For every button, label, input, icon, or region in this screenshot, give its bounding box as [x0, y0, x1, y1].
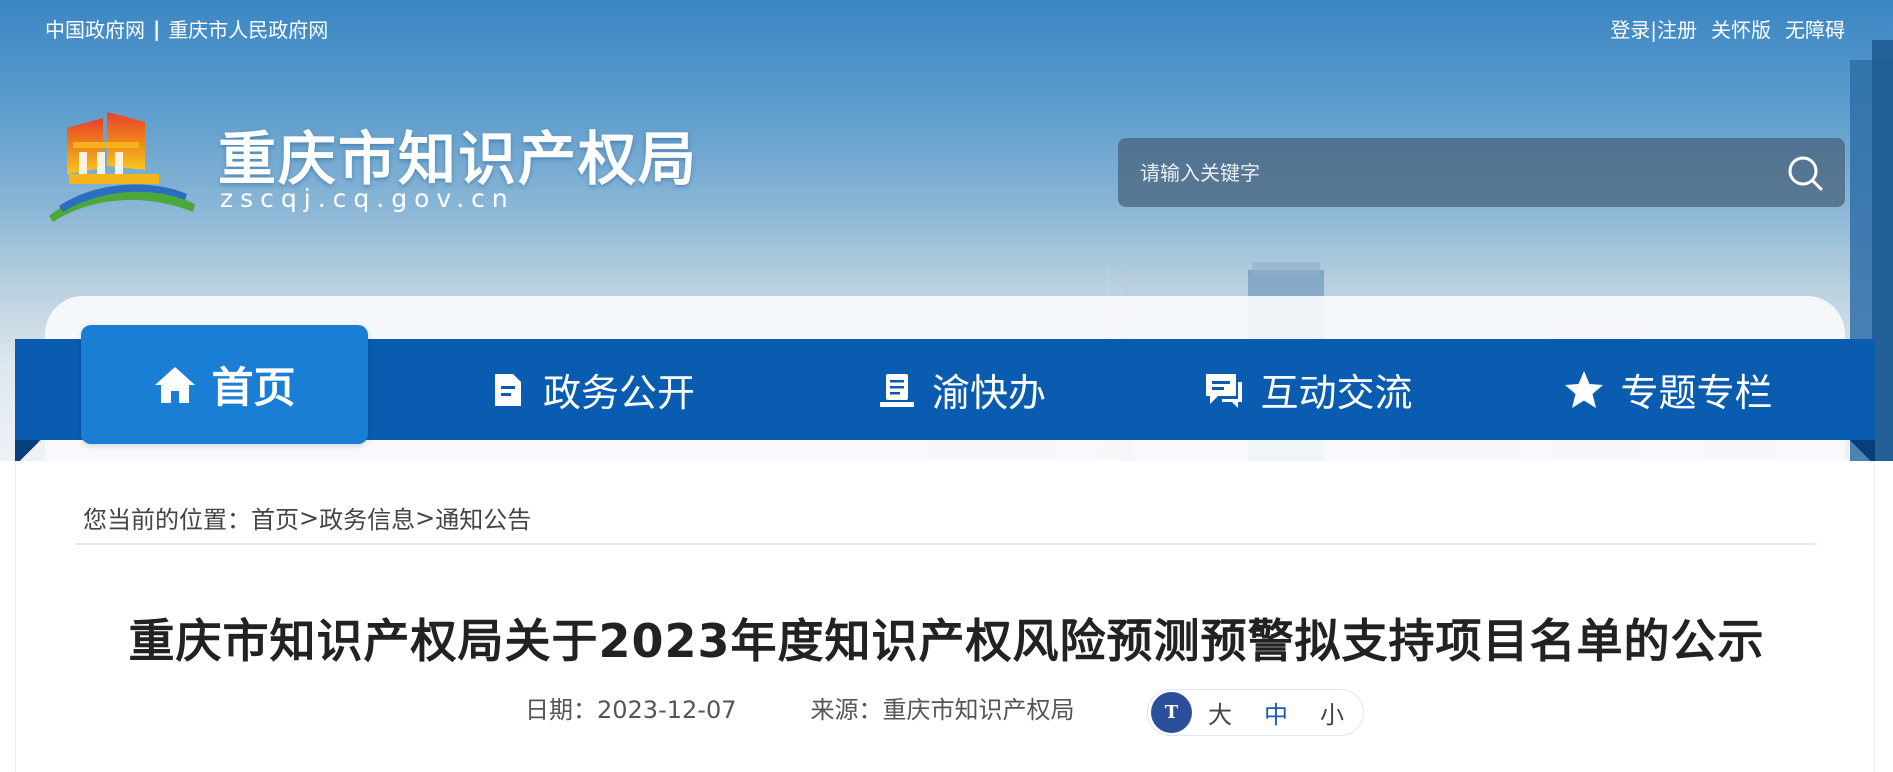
nav-ribbon-fold-right [1845, 440, 1875, 461]
accessibility-link[interactable]: 无障碍 [1785, 14, 1845, 43]
top-links-left: 中国政府网 | 重庆市人民政府网 [45, 14, 328, 43]
article-meta: 日期：2023-12-07 来源：重庆市知识产权局 [525, 690, 1074, 725]
nav-item-yukuaiban[interactable]: 渝快办 [845, 339, 1075, 440]
article-title: 重庆市知识产权局关于2023年度知识产权风险预测预警拟支持项目名单的公示 [128, 614, 1765, 668]
article-source: 来源：重庆市知识产权局 [810, 690, 1074, 725]
search-input[interactable] [1118, 138, 1765, 207]
search-box [1118, 138, 1845, 207]
nav-item-label: 首页 [211, 363, 296, 412]
nav-item-label: 渝快办 [931, 371, 1046, 415]
article-date: 日期：2023-12-07 [525, 690, 736, 725]
breadcrumb-divider [75, 543, 1815, 545]
breadcrumb-item-notices[interactable]: 通知公告 [435, 500, 531, 535]
font-size-icon-text: T [1164, 702, 1179, 723]
font-size-large[interactable]: 大 [1192, 695, 1248, 730]
nav-item-home[interactable]: 首页 [81, 325, 368, 444]
home-icon [153, 363, 197, 407]
font-size-icon: T [1151, 692, 1192, 733]
breadcrumb: 您当前的位置： 首页 > 政务信息 > 通知公告 [83, 500, 531, 535]
login-register-link[interactable]: 登录|注册 [1610, 14, 1697, 43]
breadcrumb-item-home[interactable]: 首页 [251, 500, 299, 535]
top-links-right: 登录|注册 关怀版 无障碍 [1610, 14, 1845, 43]
breadcrumb-separator: > [415, 503, 436, 532]
site-logo[interactable] [45, 108, 200, 223]
font-size-small[interactable]: 小 [1304, 695, 1360, 730]
breadcrumb-separator: > [299, 503, 320, 532]
font-size-medium[interactable]: 中 [1248, 695, 1304, 730]
breadcrumb-item-gov-info[interactable]: 政务信息 [319, 500, 415, 535]
chat-icon [1202, 368, 1246, 412]
document-icon [485, 368, 529, 412]
nav-item-interaction[interactable]: 互动交流 [1195, 339, 1420, 440]
nav-ribbon-fold-left [15, 440, 45, 461]
nav-item-label: 政务公开 [542, 371, 695, 415]
date-value: 2023-12-07 [597, 696, 737, 724]
search-icon [1788, 156, 1823, 190]
link-chongqing-gov[interactable]: 重庆市人民政府网 [168, 14, 328, 43]
source-value: 重庆市知识产权局 [882, 696, 1075, 724]
site-domain: zscqj.cq.gov.cn [220, 184, 515, 213]
nav-item-label: 互动交流 [1260, 371, 1413, 415]
service-icon [874, 368, 918, 412]
source-label: 来源： [810, 696, 883, 724]
search-button[interactable] [1765, 138, 1845, 207]
font-size-control: T 大 中 小 [1147, 689, 1364, 736]
nav-item-government-affairs[interactable]: 政务公开 [460, 339, 720, 440]
logo-emblem-icon [49, 112, 195, 222]
date-label: 日期： [525, 696, 597, 724]
link-china-gov[interactable]: 中国政府网 [45, 14, 145, 43]
nav-item-label: 专题专栏 [1620, 371, 1773, 415]
elder-mode-link[interactable]: 关怀版 [1711, 14, 1771, 43]
star-icon [1562, 368, 1606, 412]
nav-item-special-topics[interactable]: 专题专栏 [1555, 339, 1780, 440]
link-separator: | [153, 16, 161, 41]
breadcrumb-prefix: 您当前的位置： [83, 506, 251, 534]
